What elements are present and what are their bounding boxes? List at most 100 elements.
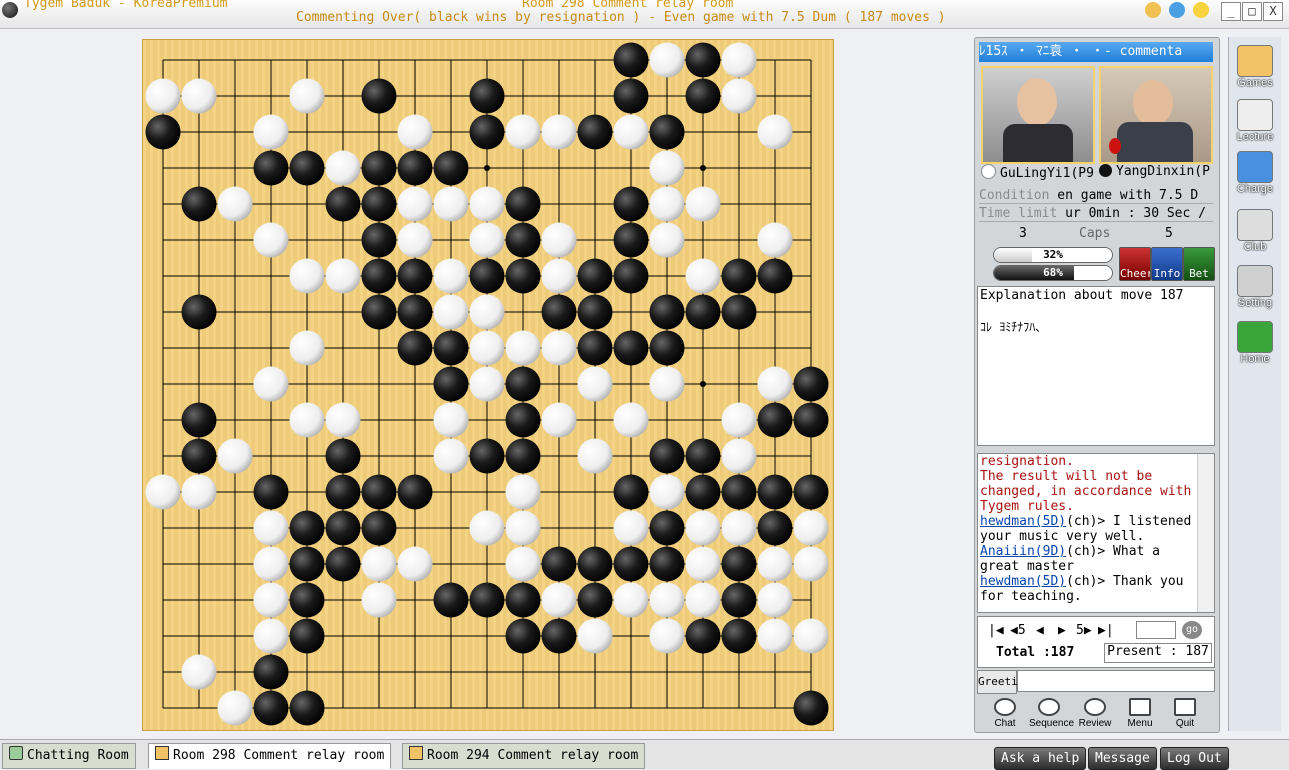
white-stone[interactable] [649,474,685,510]
white-stone[interactable] [685,546,721,582]
white-stone[interactable] [685,258,721,294]
black-stone[interactable] [793,474,829,510]
black-stone[interactable] [325,474,361,510]
sidebar-charge[interactable]: Charge [1229,151,1281,195]
cheer-button[interactable]: Cheer [1119,247,1151,281]
white-stone[interactable] [613,582,649,618]
black-stone[interactable] [541,294,577,330]
white-stone[interactable] [469,222,505,258]
black-stone[interactable] [613,222,649,258]
black-stone[interactable] [289,582,325,618]
white-stone[interactable] [253,546,289,582]
black-stone[interactable] [613,474,649,510]
black-stone[interactable] [397,330,433,366]
white-stone[interactable] [181,78,217,114]
black-stone[interactable] [397,474,433,510]
black-stone[interactable] [469,438,505,474]
black-stone[interactable] [577,294,613,330]
white-stone[interactable] [757,582,793,618]
search-icon[interactable] [1169,2,1185,18]
white-stone[interactable] [577,618,613,654]
black-stone[interactable] [721,294,757,330]
black-stone[interactable] [253,690,289,726]
sidebar-home[interactable]: Home [1229,321,1281,365]
black-stone[interactable] [541,546,577,582]
white-stone[interactable] [721,438,757,474]
black-stone[interactable] [505,222,541,258]
black-stone[interactable] [577,546,613,582]
quit-tool-button[interactable]: Quit [1165,698,1205,729]
white-stone[interactable] [721,510,757,546]
lightbulb-icon[interactable] [1193,2,1209,18]
black-stone[interactable] [289,546,325,582]
black-stone[interactable] [397,150,433,186]
white-stone[interactable] [361,546,397,582]
black-stone[interactable] [505,258,541,294]
review-tool-button[interactable]: Review [1075,698,1115,729]
white-stone[interactable] [469,366,505,402]
white-stone[interactable] [793,510,829,546]
white-stone[interactable] [541,222,577,258]
white-stone[interactable] [721,42,757,78]
white-stone[interactable] [613,510,649,546]
black-stone[interactable] [685,78,721,114]
white-stone[interactable] [325,402,361,438]
white-stone[interactable] [217,438,253,474]
black-stone[interactable] [613,330,649,366]
black-stone[interactable] [613,546,649,582]
white-stone[interactable] [541,330,577,366]
black-stone[interactable] [685,618,721,654]
white-stone[interactable] [505,546,541,582]
black-stone[interactable] [361,150,397,186]
white-stone[interactable] [433,402,469,438]
white-stone[interactable] [541,258,577,294]
white-stone[interactable] [649,186,685,222]
black-stone[interactable] [505,582,541,618]
black-stone[interactable] [577,258,613,294]
white-stone[interactable] [721,402,757,438]
white-stone[interactable] [397,546,433,582]
white-stone[interactable] [469,510,505,546]
white-stone[interactable] [793,618,829,654]
black-stone[interactable] [361,222,397,258]
black-player-name[interactable]: YangDinxin(P [1099,164,1211,179]
black-stone[interactable] [721,582,757,618]
black-stone[interactable] [505,618,541,654]
go-button[interactable]: go [1182,621,1202,639]
white-stone[interactable] [757,546,793,582]
white-stone[interactable] [685,186,721,222]
white-stone[interactable] [289,78,325,114]
black-stone[interactable] [325,546,361,582]
black-stone[interactable] [289,510,325,546]
prev-move-button[interactable]: ◀ [1036,623,1044,638]
black-stone[interactable] [577,582,613,618]
white-stone[interactable] [289,330,325,366]
sidebar-games[interactable]: Games [1229,45,1281,89]
white-stone[interactable] [253,582,289,618]
black-stone[interactable] [577,330,613,366]
white-stone[interactable] [433,186,469,222]
white-stone[interactable] [793,546,829,582]
white-stone[interactable] [757,618,793,654]
forward-5-button[interactable]: 5▶ [1076,623,1092,638]
black-stone[interactable] [181,438,217,474]
message-button[interactable]: Message [1088,747,1157,770]
white-stone[interactable] [433,258,469,294]
chat-log[interactable]: resignation. The result will not be chan… [977,453,1215,613]
white-stone[interactable] [397,222,433,258]
black-stone[interactable] [469,114,505,150]
black-stone[interactable] [253,474,289,510]
white-stone[interactable] [145,78,181,114]
white-player-name[interactable]: GuLingYi1(P9 [981,164,1093,181]
board-grid[interactable] [143,40,833,730]
close-button[interactable]: X [1263,2,1283,21]
black-stone[interactable] [649,438,685,474]
white-stone[interactable] [505,114,541,150]
black-stone[interactable] [685,294,721,330]
black-stone[interactable] [469,78,505,114]
white-stone[interactable] [505,474,541,510]
white-stone[interactable] [325,258,361,294]
black-stone[interactable] [685,438,721,474]
white-stone[interactable] [541,582,577,618]
black-stone[interactable] [325,510,361,546]
